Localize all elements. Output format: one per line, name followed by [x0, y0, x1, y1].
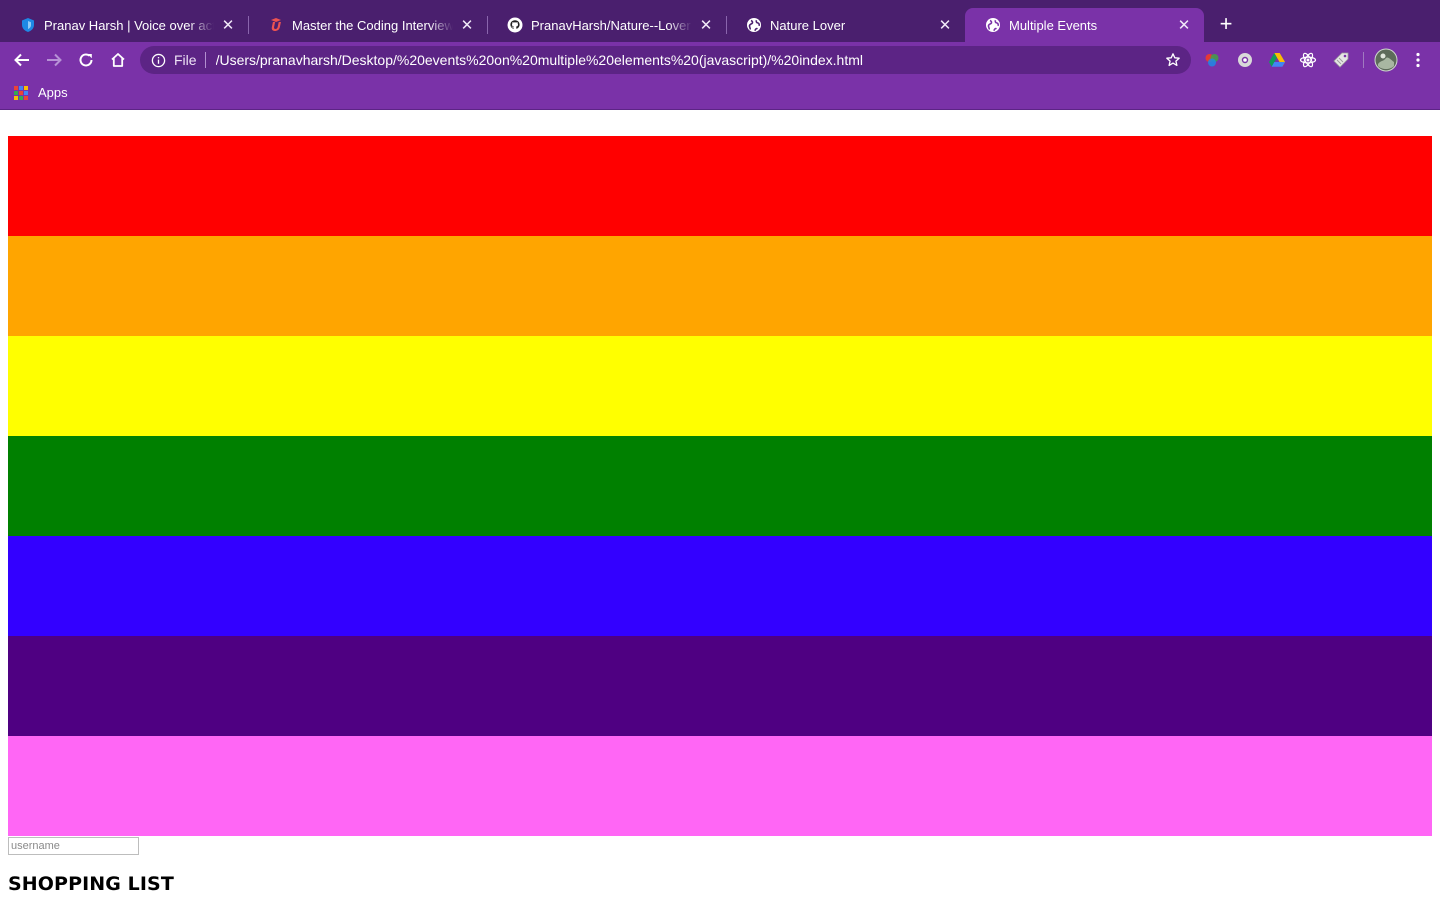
forward-button[interactable]	[43, 49, 65, 71]
home-button[interactable]	[107, 49, 129, 71]
bookmark-label: Apps	[38, 85, 68, 100]
bookmark-apps[interactable]: Apps	[14, 85, 68, 100]
tab-title: Nature Lover	[770, 17, 846, 33]
address-bar[interactable]: File /Users/pranavharsh/Desktop/%20event…	[140, 46, 1191, 74]
bookmark-star-icon[interactable]	[1163, 50, 1183, 70]
stripe-blue[interactable]	[8, 536, 1432, 636]
new-tab-button[interactable]: +	[1215, 13, 1237, 35]
url-scheme-label: File	[174, 52, 197, 68]
tab-nature-lover[interactable]: Nature Lover ✕	[726, 8, 965, 42]
browser-toolbar: File /Users/pranavharsh/Desktop/%20event…	[0, 42, 1440, 78]
arrow-right-icon	[47, 53, 62, 67]
close-tab-icon[interactable]: ✕	[1176, 17, 1192, 34]
url-text[interactable]: /Users/pranavharsh/Desktop/%20events%20o…	[216, 52, 1163, 68]
stripe-red[interactable]	[8, 136, 1432, 236]
tab-pranav-harsh[interactable]: Pranav Harsh | Voice over actor ✕	[0, 8, 248, 42]
shield-icon	[20, 17, 36, 33]
profile-avatar[interactable]	[1374, 48, 1398, 72]
bookmarks-bar: Apps	[0, 78, 1440, 110]
close-tab-icon[interactable]: ✕	[459, 17, 475, 34]
apps-grid-icon	[14, 85, 28, 100]
stripe-green[interactable]	[8, 436, 1432, 536]
close-tab-icon[interactable]: ✕	[220, 17, 236, 34]
tab-multiple-events[interactable]: Multiple Events ✕	[965, 8, 1204, 42]
more-menu-icon[interactable]	[1408, 50, 1428, 70]
globe-icon	[985, 17, 1001, 33]
stripe-pink[interactable]	[8, 736, 1432, 836]
toolbar-divider	[1363, 52, 1364, 68]
github-icon	[507, 17, 523, 33]
close-tab-icon[interactable]: ✕	[698, 17, 714, 34]
tab-title: Pranav Harsh | Voice over actor	[44, 17, 214, 33]
omnibox-divider	[204, 52, 206, 68]
tab-strip: Pranav Harsh | Voice over actor ✕ Master…	[0, 0, 1440, 42]
color-extension-icon[interactable]	[1202, 50, 1222, 70]
stripe-yellow[interactable]	[8, 336, 1432, 436]
arrow-left-icon	[14, 53, 29, 67]
tab-title: Multiple Events	[1009, 17, 1098, 33]
close-tab-icon[interactable]: ✕	[937, 17, 953, 34]
google-drive-icon[interactable]	[1267, 50, 1287, 70]
reload-icon	[79, 53, 93, 67]
info-icon[interactable]	[150, 52, 166, 68]
udemy-icon	[268, 17, 284, 33]
tab-title: Master the Coding Interview: Data	[292, 17, 453, 33]
ring-extension-icon[interactable]	[1235, 50, 1255, 70]
page-heading: SHOPPING LIST	[8, 873, 174, 895]
react-devtools-icon[interactable]	[1298, 50, 1318, 70]
home-icon	[111, 53, 125, 67]
back-button[interactable]	[11, 49, 33, 71]
stripe-orange[interactable]	[8, 236, 1432, 336]
stripe-indigo[interactable]	[8, 636, 1432, 736]
tag-extension-icon[interactable]	[1331, 50, 1351, 70]
color-stripes	[8, 136, 1432, 836]
reload-button[interactable]	[75, 49, 97, 71]
page-viewport: SHOPPING LIST	[0, 111, 1440, 900]
tab-coding-interview[interactable]: Master the Coding Interview: Data ✕	[248, 8, 487, 42]
username-input[interactable]	[8, 837, 139, 855]
globe-icon	[746, 17, 762, 33]
tab-title: PranavHarsh/Nature--Lover: for	[531, 17, 692, 33]
tab-github-nature-lover[interactable]: PranavHarsh/Nature--Lover: for ✕	[487, 8, 726, 42]
